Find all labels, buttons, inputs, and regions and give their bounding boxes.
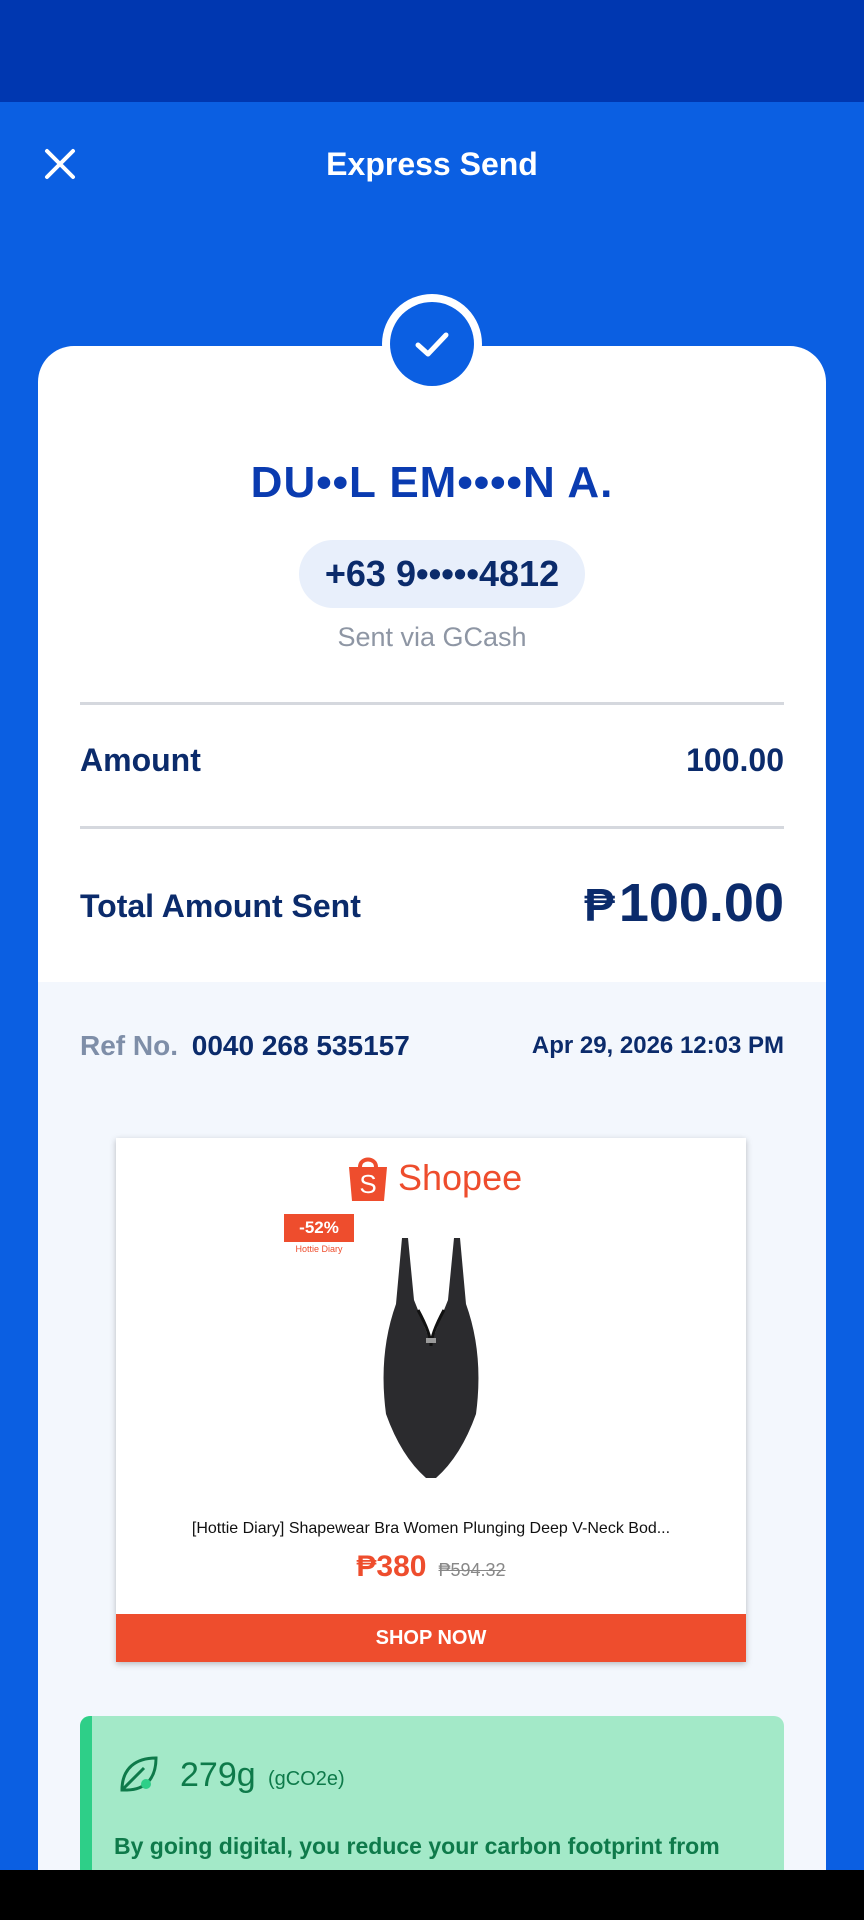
leaf-icon: [120, 1756, 158, 1792]
shop-now-button[interactable]: SHOP NOW: [116, 1614, 746, 1662]
product-original-price: ₱594.32: [438, 1560, 506, 1580]
shopee-brand: Shopee: [398, 1157, 523, 1198]
carbon-unit: (gCO2e): [268, 1768, 345, 1790]
currency-symbol: ₱: [584, 879, 615, 931]
page-title: Express Send: [326, 146, 538, 182]
divider: [80, 702, 784, 705]
reference: Ref No. 0040 268 535157: [80, 1030, 410, 1062]
system-nav-bar: [0, 1870, 864, 1920]
sent-via-label: Sent via GCash: [337, 622, 527, 652]
total-amount: 100.00: [618, 873, 784, 933]
product-name: [Hottie Diary] Shapewear Bra Women Plung…: [191, 1520, 671, 1537]
check-icon: [415, 332, 449, 357]
amount-value: 100.00: [686, 742, 784, 778]
svg-text:S: S: [359, 1169, 376, 1199]
shopping-bag-icon: S: [349, 1157, 387, 1201]
amount-label: Amount: [80, 742, 201, 778]
total-value: ₱ 100.00: [584, 872, 784, 934]
carbon-value: 279g: [180, 1756, 256, 1794]
total-label: Total Amount Sent: [80, 888, 361, 924]
success-badge: [390, 302, 474, 386]
shopee-ad[interactable]: S Shopee -52% Hottie Diary [Hottie Diary…: [116, 1138, 746, 1662]
divider: [80, 826, 784, 829]
status-bar: [0, 0, 864, 102]
price-row: ₱380 ₱594.32: [116, 1550, 746, 1584]
product-brand-mark: Hottie Diary: [295, 1244, 343, 1254]
reference-label: Ref No.: [80, 1030, 178, 1061]
transaction-date: Apr 29, 2026 12:03 PM: [531, 1032, 784, 1059]
recipient-phone: +63 9•••••4812: [299, 540, 585, 608]
shopee-logo: S Shopee: [346, 1150, 522, 1206]
recipient-name: DU••L EM••••N A.: [250, 458, 614, 507]
reference-number[interactable]: 0040 268 535157: [192, 1030, 410, 1061]
product-image: [383, 1238, 479, 1478]
product-price: ₱380: [356, 1550, 427, 1583]
discount-badge: -52%: [284, 1214, 354, 1242]
